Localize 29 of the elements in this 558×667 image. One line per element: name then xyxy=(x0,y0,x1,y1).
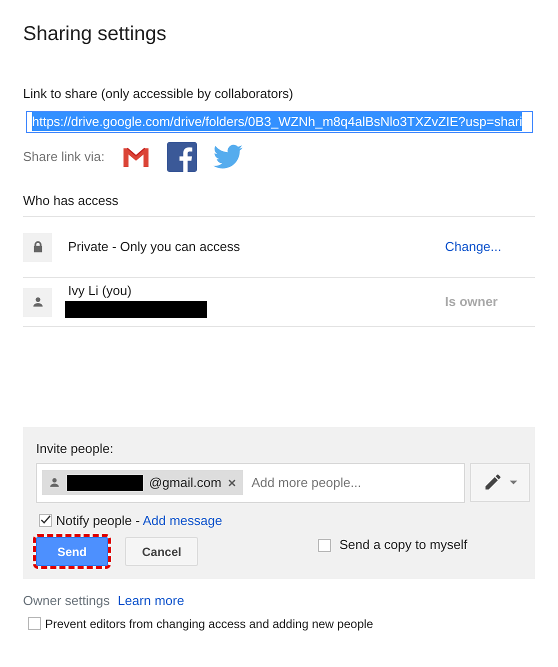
access-name: Ivy Li (you) xyxy=(68,282,133,300)
field-label: Link to share (only accessible by collaborators) xyxy=(23,85,294,103)
access-name: Private - Only you can access xyxy=(68,238,240,256)
checkbox[interactable] xyxy=(39,514,52,527)
facebook-icon[interactable] xyxy=(166,142,197,172)
cancel-button[interactable]: Cancel xyxy=(125,537,198,566)
owner-label: Is owner xyxy=(445,294,498,310)
dialog-title: Sharing settings xyxy=(23,22,168,46)
change-link[interactable]: Change... xyxy=(445,239,502,254)
prevent-label: Prevent editors from changing access and adding new people xyxy=(45,616,374,632)
caret-icon xyxy=(508,478,518,486)
close-icon[interactable] xyxy=(227,478,238,488)
checkbox[interactable] xyxy=(318,538,332,552)
add-message-link[interactable]: Add message xyxy=(142,512,222,528)
copy-label: Send a copy to myself xyxy=(339,536,468,554)
person-icon xyxy=(30,295,44,309)
invite-field[interactable]: @gmail.com Add more people... xyxy=(36,462,465,502)
checkbox[interactable] xyxy=(28,617,41,630)
permission-button[interactable] xyxy=(470,462,530,502)
add-people-input[interactable]: Add more people... xyxy=(249,472,459,494)
share-via-label: Share link via: xyxy=(23,148,105,166)
pencil-icon xyxy=(482,472,502,492)
person-icon xyxy=(48,476,61,489)
notify-text: Notify people - Add message xyxy=(56,512,222,530)
owner-settings-label: Owner settings xyxy=(23,592,110,610)
chip-text: @gmail.com xyxy=(149,474,222,492)
learn-more-link[interactable]: Learn more xyxy=(118,591,184,610)
section-heading: Who has access xyxy=(23,190,535,217)
invite-label: Invite people: xyxy=(36,440,114,458)
